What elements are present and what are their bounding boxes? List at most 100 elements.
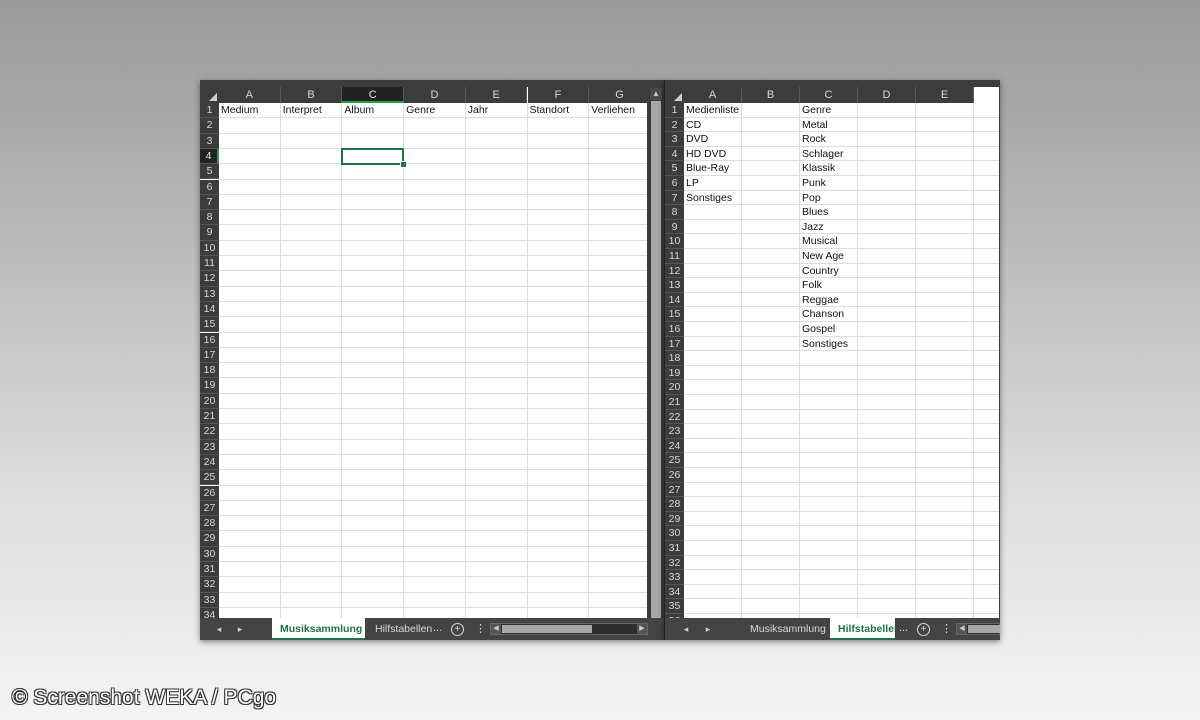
tab-musiksammlung[interactable]: Musiksammlung: [742, 618, 834, 640]
column-header-d[interactable]: D: [404, 87, 466, 103]
row-header-8[interactable]: 8: [200, 210, 219, 226]
active-cell-c4[interactable]: [341, 147, 405, 166]
genre-cell[interactable]: Folk: [800, 278, 822, 293]
row-header-22[interactable]: 22: [200, 424, 219, 440]
row-header-30[interactable]: 30: [665, 526, 684, 541]
column-header-a[interactable]: A: [684, 87, 742, 103]
row-header-8[interactable]: 8: [665, 205, 684, 220]
media-list-cell[interactable]: CD: [684, 118, 701, 133]
horizontal-scrollbar[interactable]: ◀: [956, 623, 1000, 635]
row-header-11[interactable]: 11: [200, 256, 219, 272]
row-header-7[interactable]: 7: [665, 190, 684, 206]
row-header-24[interactable]: 24: [665, 438, 684, 454]
row-header-20[interactable]: 20: [200, 393, 219, 409]
row-header-5[interactable]: 5: [665, 161, 684, 176]
select-all-corner[interactable]: [665, 87, 685, 103]
column-header-e[interactable]: E: [916, 87, 974, 103]
column-header-c[interactable]: C: [800, 87, 858, 103]
genre-cell[interactable]: Blues: [800, 205, 828, 220]
row-header-2[interactable]: 2: [200, 118, 219, 134]
row-header-35[interactable]: 35: [665, 599, 684, 614]
row-header-27[interactable]: 27: [200, 500, 219, 517]
row-header-7[interactable]: 7: [200, 194, 219, 211]
row-header-32[interactable]: 32: [200, 577, 219, 593]
media-list-cell[interactable]: HD DVD: [684, 147, 726, 162]
row-header-33[interactable]: 33: [200, 592, 219, 608]
genre-cell[interactable]: New Age: [800, 249, 844, 264]
genre-cell[interactable]: Jazz: [800, 220, 824, 235]
row-header-29[interactable]: 29: [665, 511, 684, 527]
row-header-33[interactable]: 33: [665, 570, 684, 585]
header-cell[interactable]: Jahr: [466, 103, 527, 118]
row-header-13[interactable]: 13: [665, 278, 684, 293]
row-header-9[interactable]: 9: [665, 219, 684, 235]
row-header-24[interactable]: 24: [200, 454, 219, 471]
row-header-16[interactable]: 16: [200, 332, 219, 348]
row-header-28[interactable]: 28: [200, 516, 219, 532]
tab-next-icon[interactable]: ▸: [233, 618, 247, 640]
row-header-26[interactable]: 26: [665, 468, 684, 483]
tab-prev-icon[interactable]: ◂: [212, 618, 226, 640]
media-list-cell[interactable]: Blue-Ray: [684, 161, 729, 176]
row-header-28[interactable]: 28: [665, 497, 684, 512]
row-header-10[interactable]: 10: [200, 240, 219, 256]
media-list-cell[interactable]: DVD: [684, 132, 708, 147]
tab-prev-icon[interactable]: ◂: [679, 618, 693, 640]
row-header-9[interactable]: 9: [200, 225, 219, 241]
column-header-e[interactable]: E: [465, 87, 528, 103]
genre-cell[interactable]: Reggae: [800, 293, 839, 308]
row-header-27[interactable]: 27: [665, 482, 684, 498]
row-header-5[interactable]: 5: [200, 164, 219, 180]
tab-next-icon[interactable]: ▸: [701, 618, 715, 640]
column-header-d[interactable]: D: [858, 87, 916, 103]
row-header-25[interactable]: 25: [665, 453, 684, 468]
genre-cell[interactable]: Metal: [800, 118, 828, 133]
row-header-10[interactable]: 10: [665, 234, 684, 249]
scroll-thumb[interactable]: [651, 101, 661, 640]
header-cell[interactable]: Interpret: [281, 103, 342, 118]
row-header-11[interactable]: 11: [665, 249, 684, 264]
row-header-1[interactable]: 1: [665, 103, 684, 118]
row-header-6[interactable]: 6: [200, 179, 219, 195]
row-header-3[interactable]: 3: [200, 133, 219, 149]
row-header-34[interactable]: 34: [665, 584, 684, 600]
scroll-left-icon[interactable]: ◀: [957, 624, 967, 634]
genre-cell[interactable]: Punk: [800, 176, 826, 191]
fill-handle[interactable]: [400, 161, 408, 169]
genre-cell[interactable]: Country: [800, 264, 839, 279]
row-header-32[interactable]: 32: [665, 555, 684, 571]
genre-cell[interactable]: Genre: [800, 103, 831, 118]
header-cell[interactable]: Album: [342, 103, 403, 118]
worksheet-grid[interactable]: A B C D E F G 1 2 3 4 5 6 7 8 9 10 11 12 13 14 15 16 17 18 19 20 21…: [200, 87, 647, 640]
row-header-2[interactable]: 2: [665, 117, 684, 133]
row-header-12[interactable]: 12: [665, 263, 684, 279]
select-all-corner[interactable]: [200, 87, 220, 103]
scroll-thumb-h[interactable]: [968, 625, 1000, 633]
worksheet-grid[interactable]: A B C D E 1 2 3 4 5 6 7 8 9 10 11 12 13 14 15 16 17 18 19 20 21 22…: [665, 87, 999, 640]
genre-cell[interactable]: Rock: [800, 132, 826, 147]
row-header-31[interactable]: 31: [665, 541, 684, 556]
header-cell[interactable]: Medium: [219, 103, 280, 118]
column-header-b[interactable]: B: [280, 87, 343, 103]
genre-cell[interactable]: Chanson: [800, 307, 844, 322]
column-header-g[interactable]: G: [589, 87, 647, 103]
row-header-23[interactable]: 23: [665, 424, 684, 439]
row-header-12[interactable]: 12: [200, 271, 219, 287]
scroll-left-icon[interactable]: ◀: [491, 624, 501, 634]
horizontal-scrollbar[interactable]: ◀ ▶: [490, 623, 648, 635]
add-sheet-icon[interactable]: +: [917, 623, 930, 636]
row-header-17[interactable]: 17: [665, 336, 684, 352]
scroll-up-icon[interactable]: ▲: [650, 88, 662, 100]
row-header-18[interactable]: 18: [200, 363, 219, 379]
row-header-21[interactable]: 21: [665, 395, 684, 410]
options-icon[interactable]: ⋮: [941, 618, 952, 640]
tab-hilfstabellen[interactable]: Hilfstabellen: [367, 618, 440, 640]
scroll-thumb-h[interactable]: [502, 625, 592, 633]
genre-cell[interactable]: Schlager: [800, 147, 843, 162]
genre-cell[interactable]: Klassik: [800, 161, 835, 176]
row-header-18[interactable]: 18: [665, 351, 684, 366]
vertical-scrollbar[interactable]: ▲ ▼: [649, 87, 663, 640]
more-sheets-icon[interactable]: ...: [899, 618, 908, 640]
row-header-16[interactable]: 16: [665, 322, 684, 337]
row-header-22[interactable]: 22: [665, 409, 684, 425]
